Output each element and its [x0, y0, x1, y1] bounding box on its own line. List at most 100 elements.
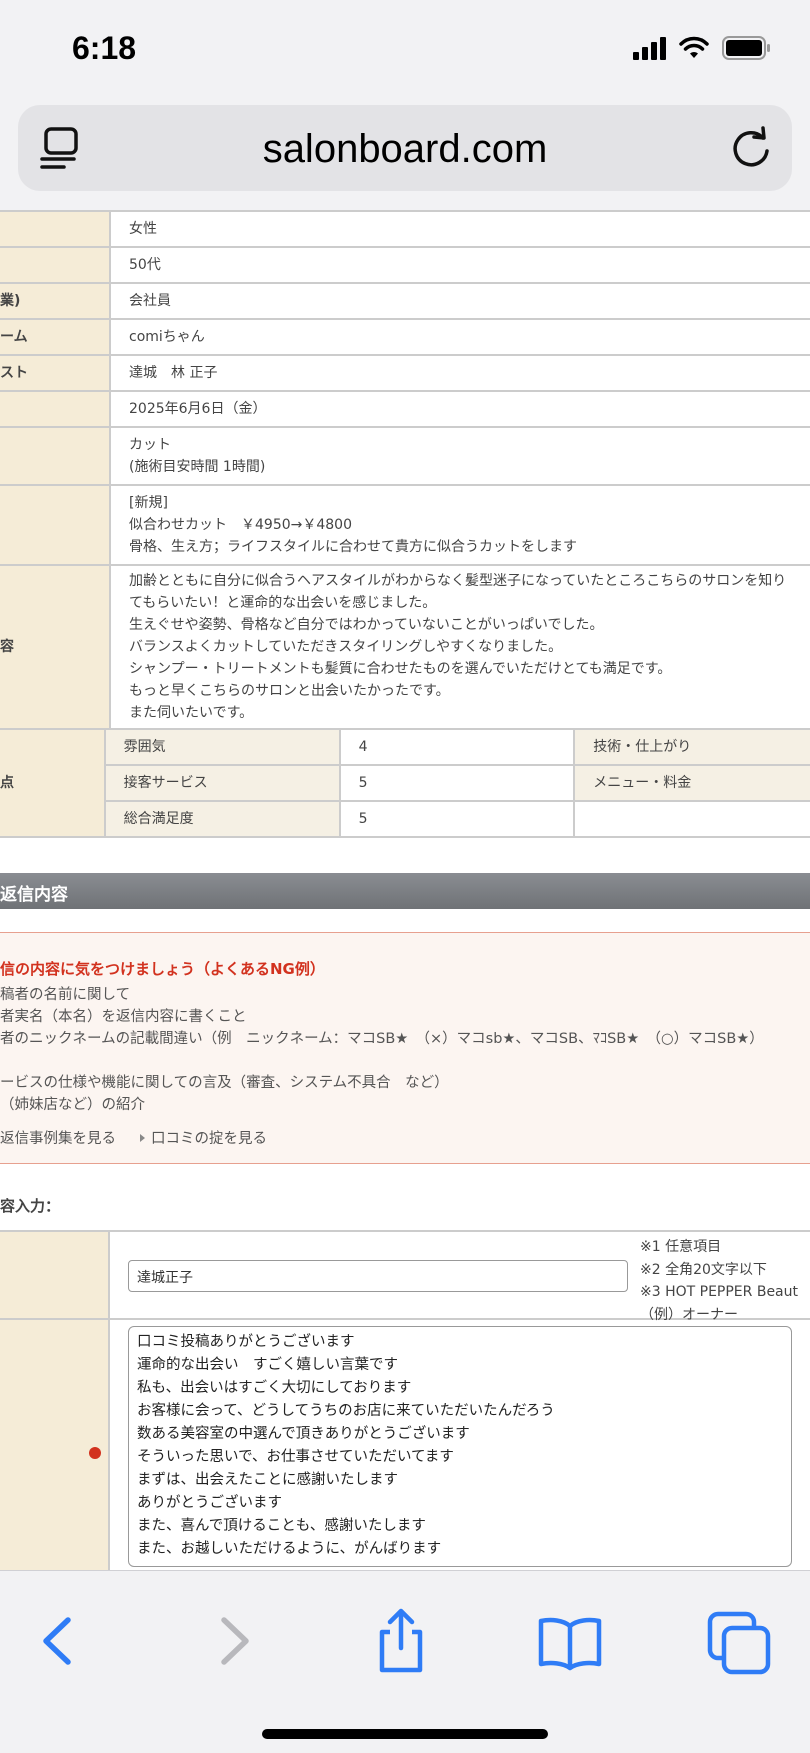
row-label: スト: [0, 355, 111, 392]
responder-name-input[interactable]: 達城正子: [128, 1260, 628, 1292]
browser-address-area: salonboard.com: [0, 100, 810, 210]
book-icon[interactable]: [535, 1606, 605, 1676]
value-line: 加齢とともに自分に似合うヘアスタイルがわからなく髪型迷子になっていたところこちら…: [129, 573, 787, 589]
signal-icon: [633, 36, 666, 60]
row-value: 女性: [110, 212, 810, 248]
ng-line: 者のニックネームの記載間違い（例 ニックネーム：マコSB★ （×）マコsb★、マ…: [0, 1031, 764, 1047]
ng-line: （姉妹店など）の紹介: [0, 1097, 145, 1113]
row-label: 業): [0, 283, 111, 320]
score-item-label: 接客サービス: [104, 765, 341, 802]
row-value: 50代: [110, 247, 810, 284]
score-item-label: 総合満足度: [104, 801, 341, 838]
reply-line: また、喜んで頂けることも、感謝いたします: [137, 1518, 426, 1534]
reply-line: 私も、出会いはすごく大切にしております: [137, 1380, 412, 1396]
row-value: 会社員: [110, 283, 810, 320]
reply-line: 数ある美容室の中選んで頂きありがとうございます: [137, 1426, 470, 1442]
share-icon[interactable]: [366, 1606, 436, 1676]
score-item-value: 5: [339, 801, 576, 838]
chevron-right-icon[interactable]: [198, 1606, 268, 1676]
row-value: 達城 林 正子: [110, 355, 810, 392]
row-label-cell: [0, 1320, 110, 1570]
value-line: 50代: [129, 257, 161, 273]
score-empty-cell: [574, 801, 810, 838]
score-row: 総合満足度 5: [0, 801, 810, 838]
ng-examples-box: 信の内容に気をつけましょう（よくあるNG例） 稿者の名前に関して 者実名（本名）…: [0, 932, 810, 1164]
row-value: [新規] 似合わせカット ￥4950→￥4800 骨格、生え方；ライフスタイルに…: [110, 485, 810, 566]
ng-line: 者実名（本名）を返信内容に書くこと: [0, 1009, 247, 1025]
value-line: 骨格、生え方；ライフスタイルに合わせて貴方に似合うカットをします: [129, 539, 577, 555]
wifi-icon: [679, 36, 709, 58]
row-label: [0, 427, 111, 486]
field-notes: ※1 任意項目 ※2 全角20文字以下 ※3 HOT PEPPER Beaut …: [640, 1236, 798, 1326]
tabs-icon[interactable]: [704, 1606, 774, 1676]
value-line: バランスよくカットしていただきスタイリングしやすくなりました。: [129, 639, 563, 655]
status-bar: 6:18: [0, 0, 810, 100]
link-label: 口コミの掟を見る: [151, 1131, 267, 1147]
score-label: 点: [0, 730, 106, 838]
status-time: 6:18: [72, 30, 137, 66]
value-line: シャンプー・トリートメントも髪質に合わせたものを選んでいただけとても満足です。: [129, 661, 672, 677]
row-label-cell: [0, 1232, 110, 1318]
info-row-stylist: スト 達城 林 正子: [0, 355, 810, 392]
review-rules-link[interactable]: 口コミの掟を見る: [140, 1127, 267, 1148]
reply-text-row: 口コミ投稿ありがとうございます 運命的な出会い すごく嬉しい言葉です 私も、出会…: [0, 1320, 810, 1570]
info-row-occupation: 業) 会社員: [0, 283, 810, 320]
row-label: 容: [0, 565, 111, 730]
score-row: 接客サービス 5 メニュー・料金: [0, 765, 810, 802]
address-bar[interactable]: salonboard.com: [18, 105, 792, 191]
score-table: 点 雰囲気 4 技術・仕上がり 接客サービス 5 メニュー・料金 総合満足度 5: [0, 730, 810, 838]
status-icons: [633, 36, 772, 60]
value-line: 生えぐせや姿勢、骨格など自分ではわかっていないことがいっぱいでした。: [129, 617, 604, 633]
value-line: [新規]: [129, 495, 168, 511]
reply-line: そういった思いで、お仕事させていただいてます: [137, 1449, 454, 1465]
reply-section-header: 返信内容: [0, 873, 810, 909]
row-value: comiちゃん: [110, 319, 810, 356]
score-item-value: 4: [339, 730, 576, 766]
value-line: 似合わせカット ￥4950→￥4800: [129, 517, 352, 533]
reload-icon[interactable]: [728, 125, 774, 171]
value-line: 2025年6月6日（金）: [129, 401, 267, 417]
section-title: 返信内容: [0, 885, 68, 905]
row-value: 加齢とともに自分に似合うヘアスタイルがわからなく髪型迷子になっていたところこちら…: [110, 565, 810, 730]
info-row-date: 2025年6月6日（金）: [0, 391, 810, 428]
row-value: カット (施術目安時間 1時間): [110, 427, 810, 486]
row-label: [0, 391, 111, 428]
score-item-value: 5: [339, 765, 576, 802]
score-row: 点 雰囲気 4 技術・仕上がり: [0, 730, 810, 838]
value-line: 達城 林 正子: [129, 365, 218, 381]
chevron-left-icon[interactable]: [24, 1606, 94, 1676]
url-text[interactable]: salonboard.com: [18, 127, 792, 172]
value-line: てもらいたい！と運命的な出会いを感じました。: [129, 595, 437, 611]
reply-examples-link[interactable]: 返信事例集を見る: [0, 1127, 116, 1148]
home-indicator: [262, 1729, 548, 1739]
score-item-label: 技術・仕上がり: [574, 730, 810, 766]
reply-line: まずは、出会えたことに感謝いたします: [137, 1472, 398, 1488]
triangle-right-icon: [140, 1133, 145, 1142]
info-row-coupon: [新規] 似合わせカット ￥4950→￥4800 骨格、生え方；ライフスタイルに…: [0, 485, 810, 566]
value-line: 会社員: [129, 293, 171, 309]
row-label: [0, 485, 111, 566]
input-heading: 容入力：: [0, 1197, 61, 1215]
ng-title: 信の内容に気をつけましょう（よくあるNG例）: [0, 960, 325, 978]
reply-textarea[interactable]: 口コミ投稿ありがとうございます 運命的な出会い すごく嬉しい言葉です 私も、出会…: [128, 1326, 792, 1567]
info-row-gender: 女性: [0, 212, 810, 248]
required-indicator: [89, 1447, 101, 1459]
ng-line: 稿者の名前に関して: [0, 987, 131, 1003]
info-row-menu: カット (施術目安時間 1時間): [0, 427, 810, 486]
responder-name-row: 達城正子 ※1 任意項目 ※2 全角20文字以下 ※3 HOT PEPPER B…: [0, 1230, 810, 1323]
row-label: ーム: [0, 319, 111, 356]
row-value: 2025年6月6日（金）: [110, 391, 810, 428]
review-info-table: 女性 50代 業) 会社員 ーム comiちゃん スト 達城 林 正子 2025…: [0, 212, 810, 730]
ng-links: 返信事例集を見る 口コミの掟を見る: [0, 1127, 267, 1148]
info-row-age: 50代: [0, 247, 810, 284]
value-line: カット: [129, 437, 171, 453]
reply-line: お客様に会って、どうしてうちのお店に来ていただいたんだろう: [137, 1403, 555, 1419]
reply-line: 口コミ投稿ありがとうございます: [137, 1334, 355, 1350]
info-row-nickname: ーム comiちゃん: [0, 319, 810, 356]
value-line: (施術目安時間 1時間): [129, 459, 266, 475]
value-line: もっと早くこちらのサロンと出会いたかったです。: [129, 683, 450, 699]
row-label: [0, 212, 111, 248]
browser-toolbar: [0, 1570, 810, 1753]
reply-line: また、お越しいただけるように、がんばります: [137, 1541, 442, 1557]
info-row-review-text: 容 加齢とともに自分に似合うヘアスタイルがわからなく髪型迷子になっていたところこ…: [0, 565, 810, 730]
